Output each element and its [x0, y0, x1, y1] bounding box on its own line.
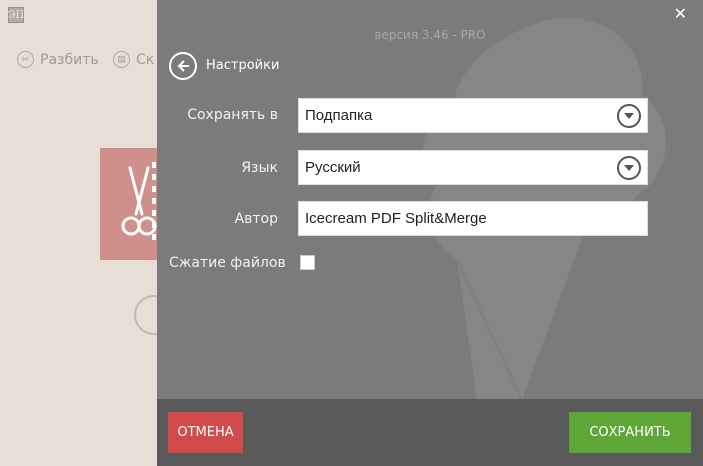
scissors-icon: ✂ [17, 51, 34, 68]
page-title: Настройки [206, 58, 280, 73]
chevron-down-icon[interactable] [617, 156, 641, 180]
author-label: Автор [234, 211, 278, 227]
compression-checkbox[interactable] [300, 255, 315, 270]
toolbar-split-button: ✂ Разбить [17, 51, 99, 68]
dialog-footer: ОТМЕНА СОХРАНИТЬ [157, 399, 703, 466]
compression-label: Сжатие файлов [169, 255, 286, 271]
toolbar-split-label: Разбить [40, 51, 99, 68]
app-logo-icon: ЭП [8, 7, 24, 23]
arrow-left-icon [177, 60, 189, 72]
author-field[interactable] [298, 201, 648, 236]
save-to-select[interactable]: Подпапка [298, 98, 648, 133]
toolbar-merge-button: ▤ Ск [113, 51, 154, 68]
version-text: версия 3.46 - PRO [374, 28, 486, 42]
back-button[interactable] [169, 52, 197, 80]
app-logo-glyph: ЭП [7, 9, 25, 21]
language-label: Язык [241, 160, 278, 176]
toolbar-merge-label: Ск [136, 51, 155, 68]
author-input[interactable] [305, 210, 635, 227]
save-button[interactable]: СОХРАНИТЬ [569, 412, 691, 453]
save-to-label: Сохранять в [187, 107, 278, 123]
language-select[interactable]: Русский [298, 150, 648, 185]
chevron-down-icon[interactable] [617, 104, 641, 128]
settings-panel: версия 3.46 - PRO ✕ Настройки Сохранять … [157, 0, 703, 466]
close-icon[interactable]: ✕ [674, 4, 687, 23]
cancel-button[interactable]: ОТМЕНА [168, 412, 243, 453]
document-icon: ▤ [113, 51, 130, 68]
save-to-value: Подпапка [305, 107, 373, 124]
language-value: Русский [305, 159, 361, 176]
